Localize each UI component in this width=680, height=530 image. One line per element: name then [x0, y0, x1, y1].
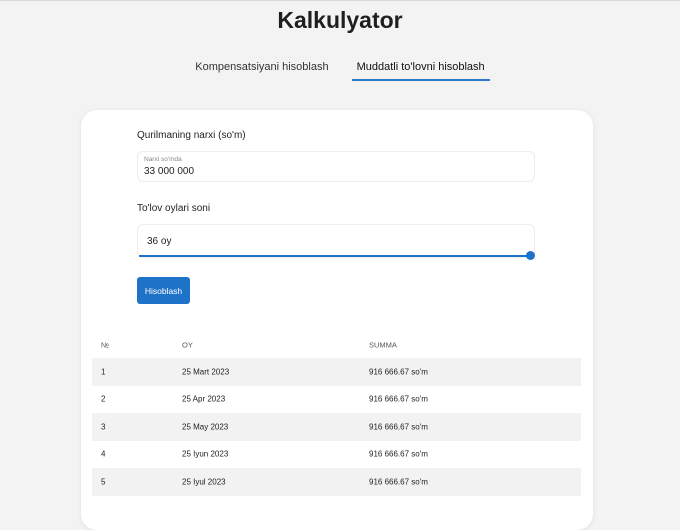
calculator-card: Qurilmaning narxi (so'm) Narxi so'mda 33…	[81, 110, 593, 530]
row-amount: 916 666.67 so'm	[369, 449, 428, 459]
row-number: 5	[101, 477, 106, 487]
row-month: 25 Mart 2023	[182, 367, 230, 377]
price-placeholder: Narxi so'mda	[144, 156, 182, 163]
row-amount: 916 666.67 so'm	[369, 367, 428, 377]
row-number: 1	[101, 367, 106, 377]
price-value[interactable]: 33 000 000	[144, 166, 194, 177]
row-number: 2	[101, 394, 106, 404]
tab-installment[interactable]: Muddatli to'lovni hisoblash	[351, 61, 490, 81]
header-number: №	[101, 340, 110, 350]
page-title: Kalkulyator	[277, 7, 403, 33]
row-number: 4	[101, 449, 106, 459]
row-number: 3	[101, 422, 106, 432]
tab-bar: Kompensatsiyani hisoblash Muddatli to'lo…	[0, 61, 680, 81]
table-row: 5 25 Iyul 2023 916 666.67 so'm	[92, 468, 581, 496]
tab-compensation[interactable]: Kompensatsiyani hisoblash	[190, 61, 333, 81]
price-label: Qurilmaning narxi (so'm)	[137, 130, 246, 141]
row-amount: 916 666.67 so'm	[369, 422, 428, 432]
schedule-table: № OY SUMMA 1 25 Mart 2023 916 666.67 so'…	[92, 332, 581, 496]
months-slider-track[interactable]	[139, 255, 531, 257]
months-value: 36 oy	[147, 236, 172, 247]
table-row: 4 25 Iyun 2023 916 666.67 so'm	[92, 441, 581, 469]
row-month: 25 Iyun 2023	[182, 449, 229, 459]
row-amount: 916 666.67 so'm	[369, 477, 428, 487]
table-row: 2 25 Apr 2023 916 666.67 so'm	[92, 386, 581, 414]
table-row: 3 25 May 2023 916 666.67 so'm	[92, 413, 581, 441]
months-slider-thumb[interactable]	[526, 251, 535, 260]
row-amount: 916 666.67 so'm	[369, 394, 428, 404]
calculate-button[interactable]: Hisoblash	[137, 277, 190, 304]
row-month: 25 Apr 2023	[182, 394, 226, 404]
months-label: To'lov oylari soni	[137, 203, 211, 214]
header-month: OY	[182, 340, 193, 350]
row-month: 25 Iyul 2023	[182, 477, 226, 487]
header-amount: SUMMA	[369, 340, 397, 350]
row-month: 25 May 2023	[182, 422, 229, 432]
months-field[interactable]: 36 oy	[137, 224, 535, 258]
table-row: 1 25 Mart 2023 916 666.67 so'm	[92, 358, 581, 386]
price-field[interactable]: Narxi so'mda 33 000 000	[137, 151, 535, 182]
table-header: № OY SUMMA	[92, 332, 581, 358]
